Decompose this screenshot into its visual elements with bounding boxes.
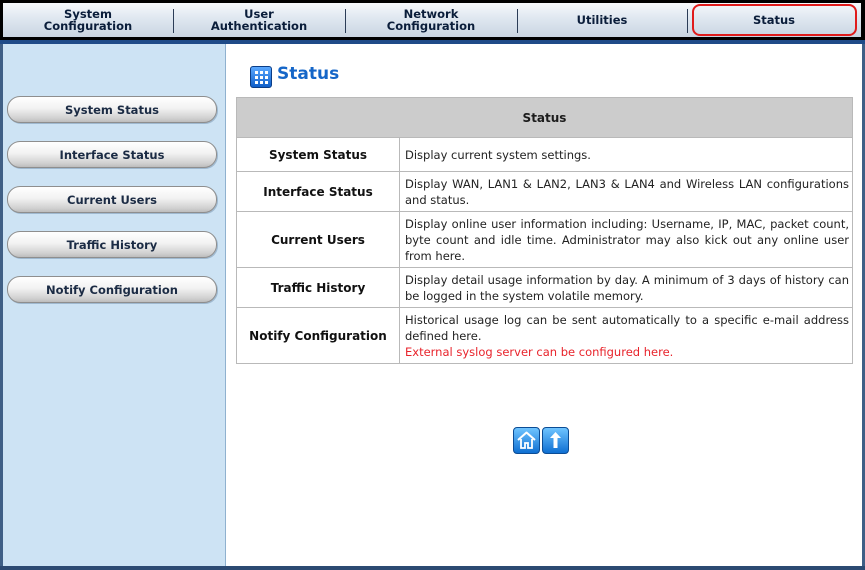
sidebar-item-notify-configuration[interactable]: Notify Configuration — [7, 276, 217, 303]
row-name: Traffic History — [236, 267, 400, 308]
row-description: Historical usage log can be sent automat… — [399, 307, 853, 364]
sidebar-item-interface-status[interactable]: Interface Status — [7, 141, 217, 168]
tab-system-configuration[interactable]: System Configuration — [3, 3, 173, 37]
sidebar-item-system-status[interactable]: System Status — [7, 96, 217, 123]
tab-network-configuration[interactable]: Network Configuration — [345, 3, 517, 37]
up-arrow-icon[interactable] — [542, 427, 569, 454]
sidebar-item-label: Traffic History — [66, 237, 158, 252]
grid-icon — [250, 66, 272, 88]
table-row: Interface Status Display WAN, LAN1 & LAN… — [236, 171, 853, 212]
sidebar-item-label: Notify Configuration — [46, 282, 178, 297]
tab-user-authentication[interactable]: User Authentication — [173, 3, 345, 37]
row-description: Display current system settings. — [399, 137, 853, 172]
table-row: Current Users Display online user inform… — [236, 211, 853, 268]
tab-label: Utilities — [576, 13, 628, 27]
sidebar-item-label: Current Users — [67, 192, 157, 207]
home-icon[interactable] — [513, 427, 540, 454]
row-name: System Status — [236, 137, 400, 172]
table-header-row: Status — [236, 97, 853, 138]
sidebar-item-traffic-history[interactable]: Traffic History — [7, 231, 217, 258]
row-name: Interface Status — [236, 171, 400, 212]
tab-label-line2: Authentication — [210, 19, 308, 33]
table-row: Notify Configuration Historical usage lo… — [236, 307, 853, 364]
top-nav-bar: System Configuration User Authentication N… — [0, 0, 865, 40]
frame-bottom-border — [0, 566, 865, 570]
sidebar-item-label: System Status — [65, 102, 159, 117]
table-row: System Status Display current system set… — [236, 137, 853, 172]
row-description: Display detail usage information by day.… — [399, 267, 853, 308]
sidebar-item-label: Interface Status — [59, 147, 165, 162]
row-description: Display online user information includin… — [399, 211, 853, 268]
row-description-text: Historical usage log can be sent automat… — [405, 312, 849, 343]
row-name: Notify Configuration — [236, 307, 400, 364]
tab-status[interactable]: Status — [687, 3, 861, 37]
active-tab-highlight — [692, 4, 857, 36]
sidebar-item-current-users[interactable]: Current Users — [7, 186, 217, 213]
sidebar-divider — [225, 44, 226, 570]
syslog-note: External syslog server can be configured… — [405, 344, 674, 359]
page-title: Status — [277, 64, 340, 84]
row-description: Display WAN, LAN1 & LAN2, LAN3 & LAN4 an… — [399, 171, 853, 212]
top-nav-tabs: System Configuration User Authentication N… — [3, 3, 861, 37]
table-row: Traffic History Display detail usage inf… — [236, 267, 853, 308]
tab-utilities[interactable]: Utilities — [517, 3, 687, 37]
row-name: Current Users — [236, 211, 400, 268]
status-table: Status System Status Display current sys… — [236, 97, 853, 364]
tab-label-line2: Configuration — [43, 19, 133, 33]
table-header: Status — [236, 97, 853, 138]
tab-label-line2: Configuration — [386, 19, 476, 33]
